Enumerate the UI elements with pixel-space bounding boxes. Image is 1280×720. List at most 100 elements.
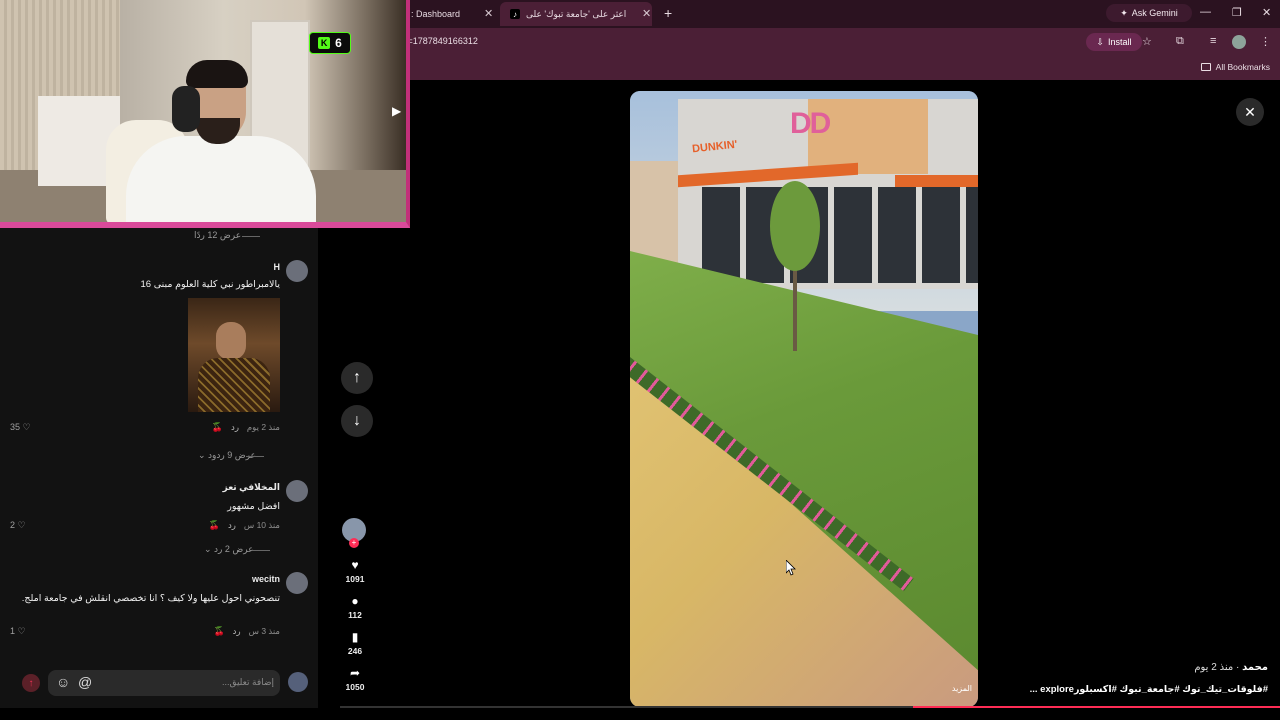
arrow-up-icon: ↑ [353,369,361,386]
video-tree-trunk [793,261,797,351]
reaction-icon: 🍒 [208,520,220,530]
comment-image-robe [198,358,270,412]
separator-dot: · [1233,662,1240,673]
reaction-icon: 🍒 [211,422,224,432]
like-count: 2 [10,520,16,530]
minimize-icon[interactable]: — [1200,6,1211,18]
close-icon: ✕ [1244,103,1256,120]
comment-input[interactable]: ☺ @ إضافة تعليق... [48,670,280,696]
play-icon: ▶ [392,104,402,118]
comment-author[interactable]: H [274,262,281,272]
video-tree [770,181,820,271]
install-label: Install [1108,37,1132,47]
reply-button[interactable]: رد [231,422,239,433]
comment-time: منذ 3 س [248,626,280,636]
follow-plus-icon[interactable]: + [349,538,359,548]
close-viewer-button[interactable]: ✕ [1236,98,1264,126]
close-icon[interactable]: ✕ [484,7,493,20]
like-button[interactable]: 1 ♡ [10,626,26,637]
video-author[interactable]: محمد [1242,662,1268,673]
mouse-cursor [786,560,796,576]
install-button[interactable]: ⇩ Install [1086,33,1142,51]
webcam-overlay: K 6 ▶ [0,0,410,228]
heart-icon: ♥ [351,558,359,572]
comment-item: wecitn تنصحوني احول عليها ولا كيف ؟ انا … [8,572,308,642]
comment-text: تنصحوني احول عليها ولا كيف ؟ انا تخصصي ا… [21,593,280,604]
video-player[interactable]: DD DUNKIN' المزيد [630,91,978,707]
comment-count: 112 [348,610,362,620]
close-icon[interactable]: ✕ [642,7,651,20]
send-button[interactable]: ↑ [22,674,40,692]
ask-gemini-button[interactable]: ✦ Ask Gemini [1106,4,1192,22]
bookmark-icon: ▮ [351,630,359,644]
comment-meta: منذ 2 يوم رد 🍒 [212,422,280,433]
comment-author[interactable]: المخلافي تعز [223,482,280,493]
video-dunkin-logo: DD [790,107,831,140]
next-video-button[interactable]: ↓ [341,405,373,437]
view-replies-link[interactable]: ⌄ عرض 2 رد [204,544,270,555]
comment-input-placeholder: إضافة تعليق... [221,677,274,687]
save-action[interactable]: ▮ 246 [338,630,372,656]
video-progress-bar[interactable] [340,706,1280,708]
comment-icon: ● [351,594,359,608]
folder-icon [1200,63,1211,71]
comment-time: منذ 10 س [243,520,280,530]
video-progress-fill [913,706,1280,708]
comment-item: H يالامبراطور نبي كلية العلوم مبنى 16 من… [8,260,308,460]
comment-action[interactable]: ● 112 [338,594,372,620]
view-replies-link[interactable]: ⌄ عرض 9 ردود [198,450,264,461]
profile-avatar[interactable] [1232,35,1246,49]
like-button[interactable]: 2 ♡ [10,520,26,531]
reply-button[interactable]: رد [228,520,236,531]
arrow-down-icon: ↓ [353,412,361,429]
comments-panel: عرض 12 ردًا H يالامبراطور نبي كلية العلو… [0,228,318,708]
mention-icon[interactable]: @ [78,674,92,690]
extensions-icon[interactable]: ⧉ [1176,35,1184,48]
tab-tiktok[interactable]: ♪ اعثر على 'جامعة تبوك' على [500,2,652,26]
view-replies-link[interactable]: عرض 12 ردًا [194,230,261,241]
media-icon[interactable]: ≡ [1210,35,1216,47]
like-count: 1 [10,626,16,636]
address-bar[interactable]: e&t=1787849166312 ⇩ Install ☆ ⧉ ≡ ⋮ [390,28,1280,56]
like-action[interactable]: ♥ 1091 [338,558,372,584]
new-tab-button[interactable]: + [664,5,672,21]
star-icon[interactable]: ☆ [1142,35,1152,48]
menu-icon[interactable]: ⋮ [1260,35,1271,48]
share-icon: ➦ [349,666,361,680]
kick-viewer-badge: K 6 [309,32,351,54]
avatar [288,672,308,692]
close-window-icon[interactable]: ✕ [1262,6,1271,19]
avatar[interactable] [286,480,308,502]
tab-dashboard[interactable]: Kic : Dashboard [396,4,496,24]
comment-item: المخلافي تعز افضل مشهور منذ 10 س رد 🍒 2 … [8,480,308,540]
avatar[interactable] [286,260,308,282]
more-button[interactable]: المزيد [952,684,972,693]
comment-image[interactable] [188,298,280,412]
view-replies-label: عرض 9 ردود [208,450,256,460]
reply-button[interactable]: رد [233,626,241,637]
comment-meta: منذ 10 س رد 🍒 [209,520,280,531]
video-author-line: محمد · منذ 2 يوم [1194,662,1268,673]
avatar[interactable] [286,572,308,594]
share-action[interactable]: ➦ 1050 [338,666,372,692]
video-awning [895,175,978,187]
install-icon: ⇩ [1096,36,1105,47]
comment-author[interactable]: wecitn [252,574,280,584]
all-bookmarks-button[interactable]: All Bookmarks [1200,62,1270,72]
restore-icon[interactable]: ❐ [1232,6,1242,19]
webcam-streamer-hair [186,60,248,88]
like-button[interactable]: 35 ♡ [10,422,31,433]
save-count: 246 [347,646,363,656]
reaction-icon: 🍒 [213,626,225,636]
comment-text: يالامبراطور نبي كلية العلوم مبنى 16 [140,279,280,290]
video-caption[interactable]: #فلوقات_تيك_توك #جامعة_تبوك #اكسبلورexpl… [1030,684,1268,695]
previous-video-button[interactable]: ↑ [341,362,373,394]
share-count: 1050 [345,682,365,692]
like-count: 1091 [345,574,365,584]
comment-meta: منذ 3 س رد 🍒 [213,626,280,637]
video-posted-time: منذ 2 يوم [1194,662,1234,673]
emoji-icon[interactable]: ☺ [56,674,70,690]
browser-tabstrip: Kic : Dashboard ✕ ♪ اعثر على 'جامعة تبوك… [390,0,1280,28]
gemini-icon: ✦ [1120,7,1128,18]
like-count: 35 [10,422,21,432]
